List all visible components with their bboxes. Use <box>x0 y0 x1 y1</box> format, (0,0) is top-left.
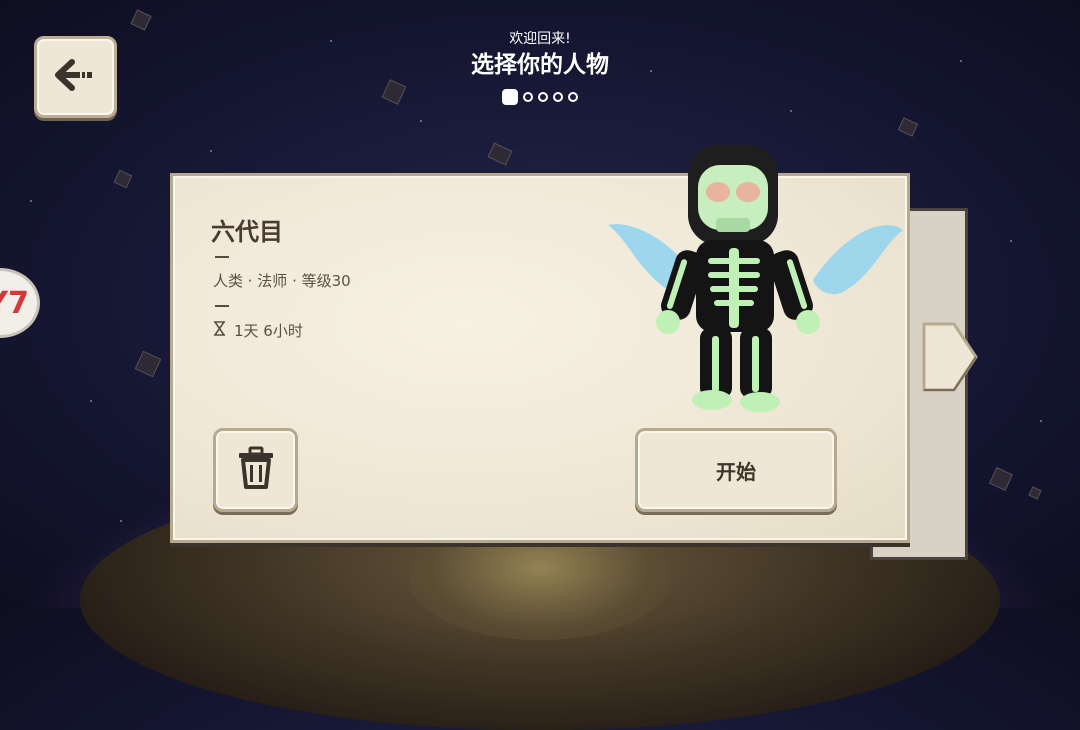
character-preview[interactable] <box>608 140 903 415</box>
page-indicator <box>0 89 1080 105</box>
page-dot <box>523 92 533 102</box>
character-name: 六代目 <box>211 218 283 246</box>
previous-character-badge[interactable]: Y7 <box>0 268 40 338</box>
side-badge-text: Y7 <box>0 285 29 321</box>
page-dot <box>553 92 563 102</box>
page-dot <box>568 92 578 102</box>
separator <box>215 305 229 307</box>
playtime-text: 1天 6小时 <box>234 322 303 340</box>
page-dot <box>538 92 548 102</box>
start-button-label: 开始 <box>716 459 756 484</box>
playtime: 1天 6小时 <box>213 320 303 341</box>
welcome-text: 欢迎回来! <box>509 31 571 47</box>
page-title: 选择你的人物 <box>471 52 609 78</box>
separator <box>215 256 229 258</box>
next-character-button[interactable] <box>920 320 978 394</box>
page-dot-active <box>502 89 518 105</box>
hourglass-icon <box>213 321 226 340</box>
character-info: 人类 · 法师 · 等级30 <box>213 272 351 290</box>
trash-icon <box>235 446 277 494</box>
delete-character-button[interactable] <box>213 428 298 512</box>
start-button[interactable]: 开始 <box>635 428 837 512</box>
header: 欢迎回来! 选择你的人物 <box>0 30 1080 105</box>
chevron-right-icon <box>920 322 978 398</box>
